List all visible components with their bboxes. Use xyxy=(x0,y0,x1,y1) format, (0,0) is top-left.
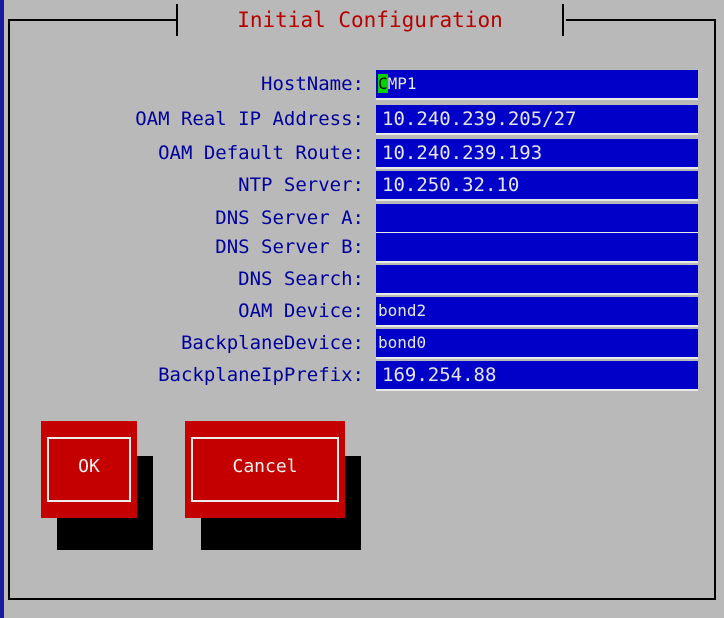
dns-server-b-label: DNS Server B: xyxy=(215,236,364,258)
oam-default-route-value: 10.240.239.193 xyxy=(382,142,543,164)
dns-server-a-field[interactable] xyxy=(376,204,698,234)
ntp-server-field[interactable]: 10.250.32.10 xyxy=(376,171,698,201)
oam-device-value: bond2 xyxy=(378,301,427,320)
oam-real-ip-field[interactable]: 10.240.239.205/27 xyxy=(376,105,698,135)
oam-device-label: OAM Device: xyxy=(238,300,364,322)
ok-button[interactable]: OK xyxy=(41,421,137,518)
ntp-server-value: 10.250.32.10 xyxy=(382,174,520,196)
title-divider-right xyxy=(562,4,564,36)
backplane-device-label: BackplaneDevice: xyxy=(180,332,364,354)
cancel-button-label: Cancel xyxy=(232,456,298,477)
window-left-edge xyxy=(0,0,4,618)
dns-search-label: DNS Search: xyxy=(238,268,364,290)
dialog-title: Initial Configuration xyxy=(237,8,503,32)
frame-left-border xyxy=(8,19,10,600)
backplane-device-field[interactable]: bond0 xyxy=(376,329,698,359)
backplane-ip-prefix-field[interactable]: 169.254.88 xyxy=(376,361,698,391)
dns-search-field[interactable] xyxy=(376,265,698,295)
hostname-value-rest: MP1 xyxy=(387,74,417,93)
text-cursor: C xyxy=(378,74,388,93)
hostname-field[interactable]: CMP1 xyxy=(376,70,698,100)
dns-server-b-field[interactable] xyxy=(376,233,698,263)
backplane-device-value: bond0 xyxy=(378,333,427,352)
frame-top-border-right xyxy=(566,19,716,21)
oam-real-ip-value: 10.240.239.205/27 xyxy=(382,108,577,130)
frame-top-border-left xyxy=(8,19,176,21)
frame-right-border xyxy=(714,19,716,600)
ok-button-label: OK xyxy=(78,456,100,477)
backplane-ip-prefix-value: 169.254.88 xyxy=(382,364,497,386)
dns-server-a-label: DNS Server A: xyxy=(215,207,364,229)
oam-default-route-field[interactable]: 10.240.239.193 xyxy=(376,139,698,169)
oam-device-field[interactable]: bond2 xyxy=(376,297,698,327)
backplane-ip-prefix-label: BackplaneIpPrefix: xyxy=(158,364,364,386)
frame-bottom-border xyxy=(8,598,716,600)
hostname-label: HostName: xyxy=(261,73,364,95)
ntp-server-label: NTP Server: xyxy=(238,174,364,196)
oam-default-route-label: OAM Default Route: xyxy=(158,142,364,164)
oam-real-ip-label: OAM Real IP Address: xyxy=(135,108,364,130)
hostname-value: CMP1 xyxy=(378,70,417,98)
cancel-button[interactable]: Cancel xyxy=(185,421,345,518)
